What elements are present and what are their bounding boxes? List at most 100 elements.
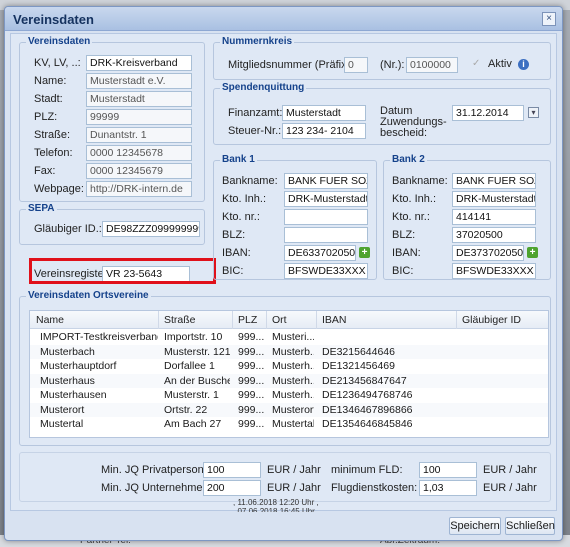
column-divider[interactable] xyxy=(232,311,233,329)
column-divider[interactable] xyxy=(316,311,317,329)
privat-label: Min. JQ Privatperson: xyxy=(101,464,207,476)
name-field[interactable]: Musterstadt e.V. xyxy=(86,73,192,89)
column-header-ort[interactable]: Ort xyxy=(272,314,287,326)
column-header-plz[interactable]: PLZ xyxy=(238,314,257,326)
column-header-glaeubiger[interactable]: Gläubiger ID xyxy=(462,314,521,326)
table-cell: 999... xyxy=(238,360,264,372)
vereinsdaten-dialog: Vereinsdaten × Vereinsdaten KV, LV, ..: … xyxy=(4,6,563,541)
close-icon[interactable]: × xyxy=(542,12,556,26)
table-cell: Musterh... xyxy=(272,389,314,401)
table-cell: 999... xyxy=(238,403,264,416)
praefix-field[interactable]: 0 xyxy=(344,57,368,73)
table-cell: Musterort xyxy=(272,403,314,416)
stadt-field[interactable]: Musterstadt xyxy=(86,91,192,107)
bank2-bic-field[interactable]: BFSWDE33XXX xyxy=(452,263,536,279)
nr-label: (Nr.): xyxy=(380,59,405,71)
table-cell: 999... xyxy=(238,345,264,358)
fld-unit: EUR / Jahr xyxy=(483,464,537,476)
bank2-bic-label: BIC: xyxy=(392,265,414,277)
table-row[interactable]: Musterhaus An der Busche 999... Musterh... D… xyxy=(30,373,548,388)
vereinsdaten-group: Vereinsdaten KV, LV, ..: DRK-Kreisverban… xyxy=(19,36,205,202)
dialog-titlebar[interactable]: Vereinsdaten × xyxy=(5,7,562,31)
unternehmen-field[interactable]: 200 xyxy=(203,480,261,496)
bank1-bic-label: BIC: xyxy=(222,265,244,277)
table-cell: Musterb... xyxy=(272,345,314,358)
bank2-bankname-field[interactable]: BANK FUER SOZIAL xyxy=(452,173,536,189)
table-cell: Musterh... xyxy=(272,374,314,387)
bank2-ktoinh-label: Kto. Inh.: xyxy=(392,193,437,205)
bank1-ktonr-field[interactable] xyxy=(284,209,368,225)
table-row[interactable]: Musterbach Musterstr. 121 999... Musterb...… xyxy=(30,344,548,359)
column-divider[interactable] xyxy=(158,311,159,329)
column-divider[interactable] xyxy=(456,311,457,329)
bank2-ktoinh-field[interactable]: DRK-Musterstadt xyxy=(452,191,536,207)
info-icon[interactable]: i xyxy=(518,59,529,70)
steuer-field[interactable]: 123 234- 2104 xyxy=(282,123,366,139)
column-divider[interactable] xyxy=(266,311,267,329)
table-row[interactable]: Musterhausen Musterstr. 1 999... Musterh...… xyxy=(30,388,548,402)
bank2-blz-field[interactable]: 37020500 xyxy=(452,227,536,243)
bank1-blz-label: BLZ: xyxy=(222,229,246,241)
table-row[interactable]: Musterhauptdorf Dorfallee 1 999... Musterh.… xyxy=(30,359,548,373)
plz-label: PLZ: xyxy=(34,111,58,123)
unternehmen-unit: EUR / Jahr xyxy=(267,482,321,494)
bank2-add-icon[interactable]: + xyxy=(527,247,538,258)
table-row[interactable]: Musterort Ortstr. 22 999... Musterort DE1346… xyxy=(30,402,548,417)
bank2-iban-field[interactable]: DE373702050000 xyxy=(452,245,524,261)
nummernkreis-group: Nummernkreis Mitgliedsnummer (Präfix): 0… xyxy=(213,36,551,80)
flug-label: Flugdienstkosten: xyxy=(331,482,418,494)
strasse-label: Straße: xyxy=(34,129,71,141)
column-header-name[interactable]: Name xyxy=(36,314,64,326)
bank2-ktonr-field[interactable]: 414141 xyxy=(452,209,536,225)
fld-field[interactable]: 100 xyxy=(419,462,477,478)
datum-field[interactable]: 31.12.2014 xyxy=(452,105,524,121)
bank1-bic-field[interactable]: BFSWDE33XXX xyxy=(284,263,368,279)
webpage-field[interactable]: http://DRK-intern.de xyxy=(86,181,192,197)
close-button[interactable]: Schließen xyxy=(505,517,555,535)
fax-field[interactable]: 0000 12345679 xyxy=(86,163,192,179)
plz-field[interactable]: 99999 xyxy=(86,109,192,125)
table-cell: Importstr. 10 xyxy=(164,331,223,343)
bank1-bankname-label: Bankname: xyxy=(222,175,278,187)
nr-field[interactable]: 0100000 xyxy=(406,57,458,73)
table-row[interactable]: Mustertal Am Bach 27 999... Mustertal DE1354… xyxy=(30,417,548,431)
finanzamt-field[interactable]: Musterstadt xyxy=(282,105,366,121)
table-cell: Dorfallee 1 xyxy=(164,360,215,372)
column-header-strasse[interactable]: Straße xyxy=(164,314,196,326)
kv-field[interactable]: DRK-Kreisverband xyxy=(86,55,192,71)
table-cell: Musterhausen xyxy=(40,389,107,401)
bank2-iban-label: IBAN: xyxy=(392,247,421,259)
column-header-iban[interactable]: IBAN xyxy=(322,314,347,326)
table-cell: DE1321456469 xyxy=(322,360,395,372)
praefix-label: Mitgliedsnummer (Präfix): xyxy=(228,59,354,71)
bank1-ktoinh-field[interactable]: DRK-Musterstadt xyxy=(284,191,368,207)
telefon-field[interactable]: 0000 12345678 xyxy=(86,145,192,161)
bank2-legend: Bank 2 xyxy=(390,154,427,165)
bank1-iban-field[interactable]: DE633702050000 xyxy=(284,245,356,261)
bank1-blz-field[interactable] xyxy=(284,227,368,243)
vereinsregister-highlight xyxy=(29,258,216,284)
flug-field[interactable]: 1,03 xyxy=(419,480,477,496)
table-cell: DE1346467896866 xyxy=(322,403,413,416)
table-row[interactable]: IMPORT-Testkreisverband Importstr. 10 999.… xyxy=(30,330,548,344)
calendar-icon[interactable]: ▾ xyxy=(528,107,539,118)
table-cell: IMPORT-Testkreisverband xyxy=(40,331,158,343)
strasse-field[interactable]: Dunantstr. 1 xyxy=(86,127,192,143)
bank1-ktonr-label: Kto. nr.: xyxy=(222,211,260,223)
bank1-iban-label: IBAN: xyxy=(222,247,251,259)
glaeubiger-field[interactable]: DE98ZZZ099999999 xyxy=(102,221,200,237)
save-button[interactable]: Speichern xyxy=(449,517,501,535)
flug-unit: EUR / Jahr xyxy=(483,482,537,494)
table-cell: DE213456847647 xyxy=(322,374,407,387)
fax-label: Fax: xyxy=(34,165,56,177)
bank1-add-icon[interactable]: + xyxy=(359,247,370,258)
sepa-legend: SEPA xyxy=(26,203,57,214)
aktiv-checkbox[interactable]: ✓ xyxy=(472,58,480,69)
bank1-bankname-field[interactable]: BANK FUER SOZIAL xyxy=(284,173,368,189)
table-cell: Musterbach xyxy=(40,345,95,358)
privat-field[interactable]: 100 xyxy=(203,462,261,478)
bank1-ktoinh-label: Kto. Inh.: xyxy=(222,193,267,205)
table-cell: Musteri... xyxy=(272,331,314,343)
bank2-bankname-label: Bankname: xyxy=(392,175,448,187)
table-cell: Musterstr. 121 xyxy=(164,345,230,358)
